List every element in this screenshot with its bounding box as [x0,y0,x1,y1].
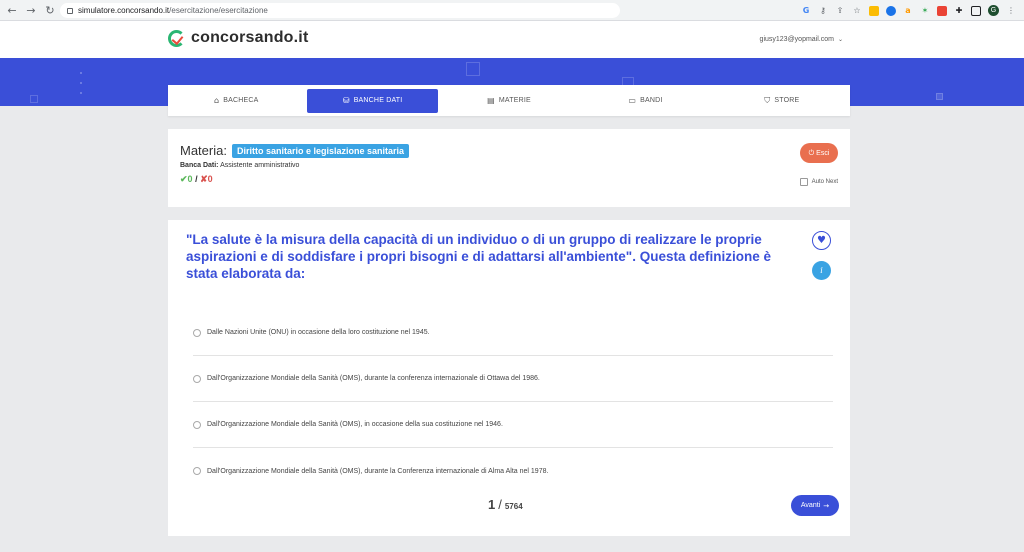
next-label: Avanti [800,502,821,509]
decor-dot [80,92,82,94]
answer-option[interactable]: Dall'Organizzazione Mondiale della Sanit… [193,402,833,448]
user-menu[interactable]: giusy123@yopmail.com ⌄ [760,36,843,43]
forward-arrow-icon[interactable]: → [24,3,38,17]
menu-dots-icon[interactable]: ⋮ [1006,6,1016,16]
key-icon[interactable]: ⚷ [818,6,828,16]
decor-dot [80,72,82,74]
answer-radio[interactable] [193,374,201,383]
correct-count: ✔0 [180,174,193,184]
browser-toolbar: ← → ↻ simulatore.concorsando.it /esercit… [0,0,1024,21]
home-icon: ⌂ [213,96,220,105]
decor-square [466,62,480,76]
answer-text: Dall'Organizzazione Mondiale della Sanit… [207,421,503,428]
answer-radio[interactable] [193,467,201,475]
answer-text: Dalle Nazioni Unite (ONU) in occasione d… [207,329,430,336]
answer-option[interactable]: Dall'Organizzazione Mondiale della Sanit… [193,356,833,402]
exit-label: Esci [816,149,830,157]
answer-text: Dall'Organizzazione Mondiale della Sanit… [207,467,549,475]
url-host: simulatore.concorsando.it [78,6,170,15]
exit-button[interactable]: ⏻ Esci [800,143,838,163]
chevron-down-icon: ⌄ [837,36,843,43]
address-bar[interactable]: simulatore.concorsando.it /esercitazione… [60,3,620,18]
counter-separator: / [498,497,502,512]
tab-materie[interactable]: ▤ MATERIE [444,89,574,113]
score: ✔0 / ✘0 [180,174,213,185]
banca-label: Banca Dati: [180,162,219,169]
lock-icon [67,7,73,14]
puzzle-icon[interactable]: ✚ [954,6,964,16]
tab-label: BACHECA [223,97,259,104]
favorite-button[interactable]: ♥ [812,231,831,250]
extension-blue-icon[interactable] [886,5,896,16]
autonext-label: Auto Next [811,179,838,185]
question-card: "La salute è la misura della capacità di… [168,220,850,536]
logo-check-icon [168,29,185,47]
tab-bandi[interactable]: ▭ BANDI [580,89,710,113]
answer-option[interactable]: Dall'Organizzazione Mondiale della Sanit… [193,448,833,494]
current-question: 1 [488,497,496,512]
shopping-bag-icon: ⛉ [764,95,771,105]
sidebar-icon[interactable] [971,5,981,16]
banca-value: Assistente amministrativo [220,162,300,169]
answer-radio[interactable] [193,328,201,337]
user-email: giusy123@yopmail.com [759,36,834,43]
google-icon[interactable]: G [801,6,811,16]
materia-badge: Diritto sanitario e legislazione sanitar… [231,143,410,158]
amazon-icon[interactable]: a [903,6,913,16]
tab-store[interactable]: ⛉ STORE [717,89,847,113]
site-header: concorsando.it giusy123@yopmail.com ⌄ [0,21,1024,58]
profile-avatar[interactable]: G [988,5,999,16]
back-arrow-icon[interactable]: ← [5,3,19,17]
tab-label: MATERIE [498,97,531,104]
share-icon[interactable]: ⇪ [835,6,845,16]
materia-row: Materia: Diritto sanitario e legislazion… [180,143,410,158]
extension-google-icon[interactable] [869,5,879,16]
answer-option[interactable]: Dalle Nazioni Unite (ONU) in occasione d… [193,310,833,356]
reload-icon[interactable]: ↻ [43,3,57,17]
answer-text: Dall'Organizzazione Mondiale della Sanit… [207,375,540,382]
extension-green-icon[interactable]: ✶ [920,6,930,16]
banca-dati: Banca Dati: Assistente amministrativo [180,162,299,169]
logo-text: concorsando.it [191,29,309,46]
book-icon: ▤ [487,96,495,105]
arrow-right-icon: → [823,501,830,510]
star-icon[interactable]: ☆ [852,6,862,16]
tab-label: STORE [774,97,800,104]
tab-bacheca[interactable]: ⌂ BACHECA [171,89,301,113]
browser-extensions: G ⚷ ⇪ ☆ a ✶ ✚ G ⋮ [801,3,1016,18]
decor-square [30,95,38,103]
autonext-toggle[interactable]: Auto Next [799,178,838,186]
score-separator: / [195,174,198,184]
extension-red-icon[interactable] [937,5,947,16]
main-nav: ⌂ BACHECA ⛁ BANCHE DATI ▤ MATERIE ▭ BAND… [168,85,850,116]
answer-radio[interactable] [193,420,201,429]
logo[interactable]: concorsando.it [168,29,308,47]
newspaper-icon: ▭ [628,96,637,105]
autonext-checkbox[interactable] [799,178,808,186]
question-counter: 1 / 5764 [488,497,523,512]
next-button[interactable]: Avanti → [791,495,839,516]
subject-card: Materia: Diritto sanitario e legislazion… [168,129,850,207]
answers-list: Dalle Nazioni Unite (ONU) in occasione d… [193,310,833,494]
decor-square [936,93,943,100]
total-questions: 5764 [504,502,523,511]
materia-label: Materia: [180,143,227,158]
info-icon: i [820,266,823,275]
logout-icon: ⏻ [808,148,815,157]
heart-icon: ♥ [817,235,826,246]
wrong-count: ✘0 [200,174,213,184]
url-path: /esercitazione/esercitazione [169,6,268,15]
question-text: "La salute è la misura della capacità di… [186,232,771,281]
tab-banche-dati[interactable]: ⛁ BANCHE DATI [307,88,438,113]
info-button[interactable]: i [812,261,831,280]
database-icon: ⛁ [342,96,350,105]
tab-label: BANDI [640,97,663,104]
decor-dot [80,82,82,84]
tab-label: BANCHE DATI [353,97,403,104]
